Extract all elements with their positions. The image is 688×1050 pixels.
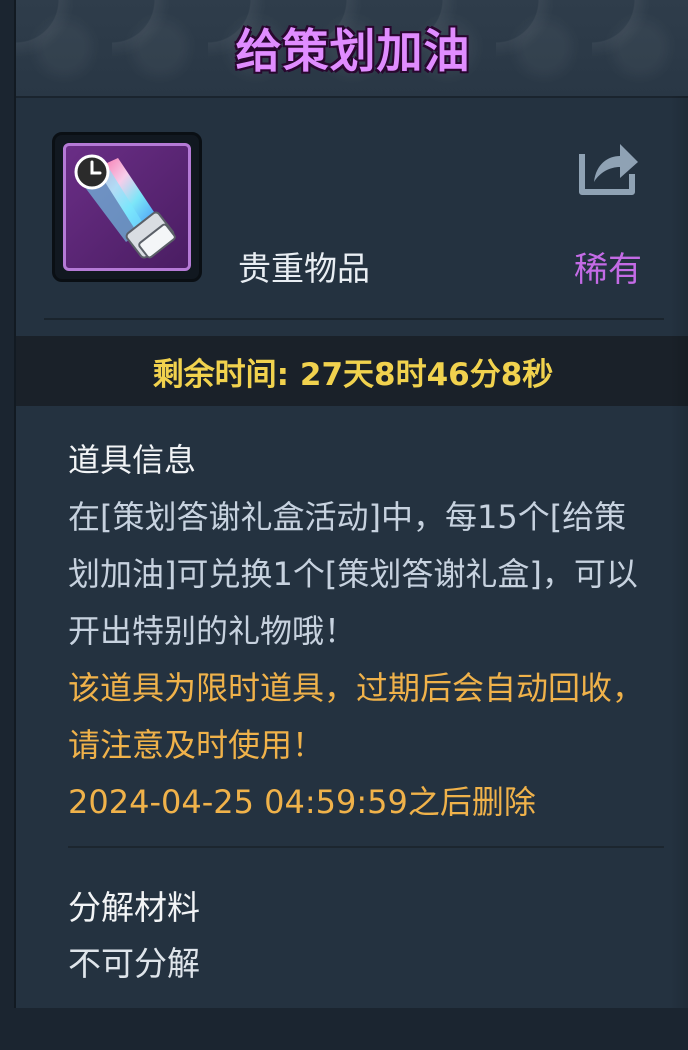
share-icon[interactable]: [576, 136, 642, 198]
item-icon-frame: [52, 132, 202, 282]
panel-edge: [670, 96, 688, 1008]
purple-crystal-sword-icon: [63, 143, 191, 271]
info-warning: 该道具为限时道具，过期后会自动回收，请注意及时使用！: [68, 669, 645, 764]
decompose-value: 不可分解: [68, 944, 200, 983]
timer-bar: 剩余时间: 27天8时46分8秒: [16, 336, 688, 406]
item-header: 贵重物品 稀有: [16, 98, 688, 320]
info-description: 在[策划答谢礼盒活动]中，每15个[给策划加油]可兑换1个[策划答谢礼盒]，可以…: [68, 498, 638, 650]
divider: [44, 318, 664, 320]
info-expiry: 2024-04-25 04:59:59之后删除: [68, 783, 536, 821]
divider: [68, 846, 664, 848]
item-title: 给策划加油: [235, 24, 471, 78]
clock-icon: [74, 154, 110, 190]
info-heading: 道具信息: [68, 441, 197, 479]
title-bar: 给策划加油: [16, 0, 688, 98]
decompose-heading: 分解材料: [68, 888, 200, 927]
item-rarity: 稀有: [574, 250, 642, 290]
item-info-section: 道具信息 在[策划答谢礼盒活动]中，每15个[给策划加油]可兑换1个[策划答谢礼…: [68, 432, 658, 831]
item-category: 贵重物品: [238, 249, 370, 288]
item-detail-panel: 给策划加油 贵重物品 稀有 剩余时间: 27天8时46分8秒 道具信息 在[策划…: [14, 0, 688, 1008]
remaining-time: 剩余时间: 27天8时46分8秒: [152, 356, 554, 393]
decompose-section: 分解材料 不可分解: [68, 880, 200, 992]
